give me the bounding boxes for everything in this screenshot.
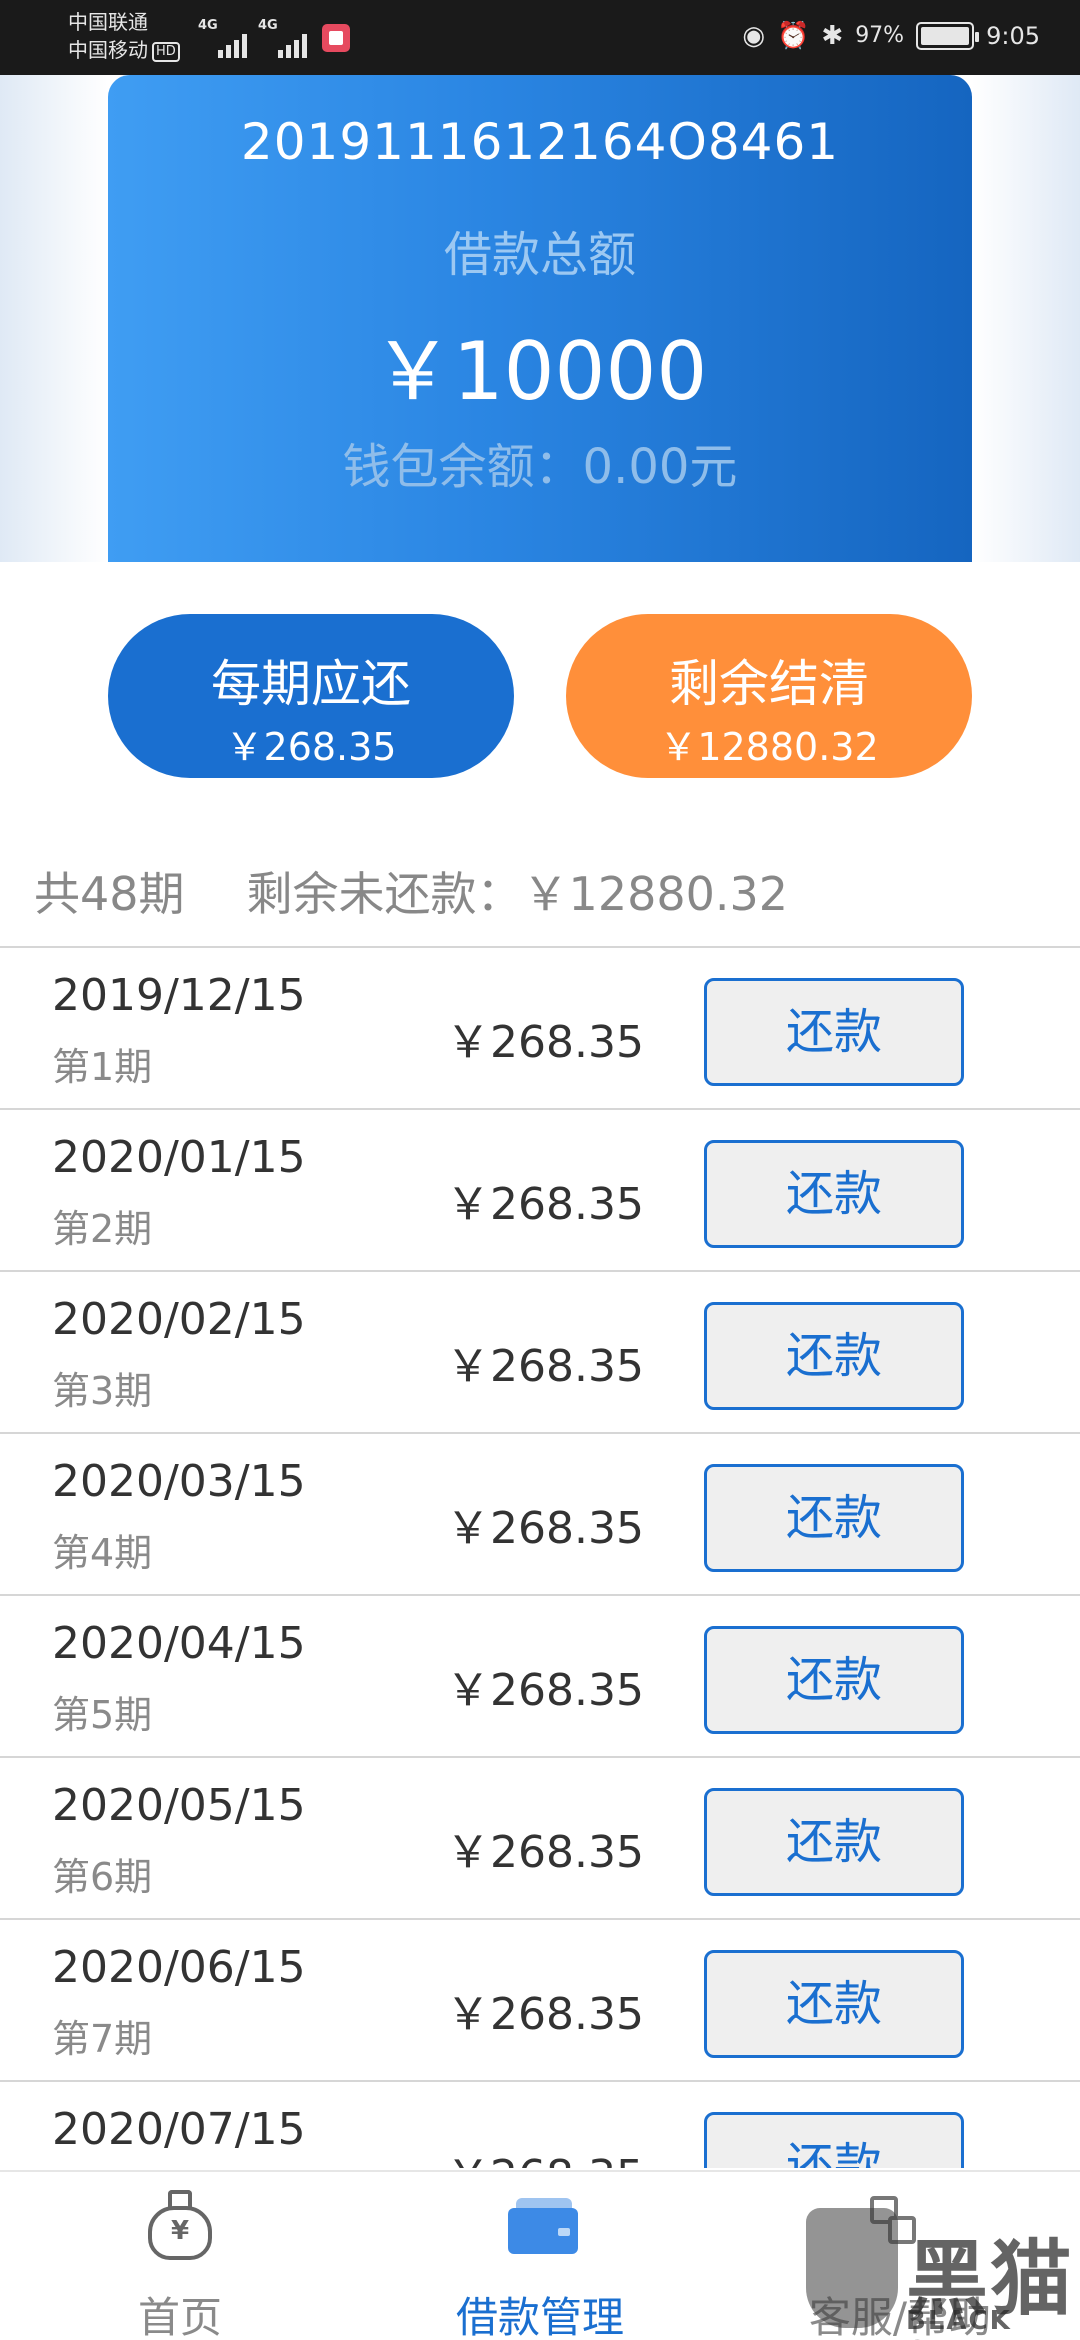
wallet-icon (508, 2198, 578, 2254)
list-item: 2020/04/15 第5期 ￥268.35 还款 (0, 1596, 1080, 1758)
repay-button[interactable]: 还款 (704, 2112, 964, 2168)
carrier-2: 中国移动 (68, 38, 148, 62)
period-label: 第5期 (52, 1693, 153, 1737)
period-amount: ￥268.35 (446, 2140, 644, 2168)
due-date: 2020/01/15 (52, 1132, 306, 1183)
period-amount: ￥268.35 (446, 1989, 644, 2040)
nav-loan-management[interactable]: 借款管理 (360, 2172, 720, 2340)
loan-number: 2019111612164O8461 (240, 113, 840, 171)
list-item: 2020/03/15 第4期 ￥268.35 还款 (0, 1434, 1080, 1596)
battery-percent: 97% (855, 23, 905, 48)
signal-bars-icon (278, 32, 314, 58)
eye-icon: ◉ (742, 21, 766, 51)
list-item: 2020/05/15 第6期 ￥268.35 还款 (0, 1758, 1080, 1920)
bluetooth-icon: ✱ (821, 21, 844, 51)
repay-button[interactable]: 还款 (704, 1302, 964, 1410)
carrier-info: 中国联通 中国移动 HD (68, 8, 180, 64)
loan-card: 2019111612164O8461 借款总额 ￥10000 钱包余额：0.00… (108, 75, 972, 562)
battery-icon (916, 22, 980, 50)
period-amount: ￥268.35 (446, 1179, 644, 1230)
wallet-balance: 钱包余额：0.00元 (342, 439, 738, 495)
repay-button[interactable]: 还款 (704, 1788, 964, 1896)
due-date: 2020/04/15 (52, 1618, 306, 1669)
carrier-1: 中国联通 (68, 10, 148, 34)
list-item: 2020/06/15 第7期 ￥268.35 还款 (0, 1920, 1080, 2082)
period-label: 第1期 (52, 1045, 153, 1089)
list-item: 2020/01/15 第2期 ￥268.35 还款 (0, 1110, 1080, 1272)
loan-total-label: 借款总额 (443, 227, 636, 283)
nav-home-label: 首页 (137, 2293, 222, 2340)
repayment-list[interactable]: 2019/12/15 第1期 ￥268.35 还款 2020/01/15 第2期… (0, 948, 1080, 2168)
loan-header-region: 2019111612164O8461 借款总额 ￥10000 钱包余额：0.00… (0, 75, 1080, 562)
alarm-icon: ⏰ (777, 21, 810, 51)
nav-service-help[interactable]: 客服/帮助 (720, 2172, 1080, 2340)
network-type-2: 4G (258, 18, 278, 33)
period-amount: ￥268.35 (446, 1827, 644, 1878)
due-date: 2020/06/15 (52, 1942, 306, 1993)
clock: 9:05 (986, 22, 1040, 50)
loan-total-amount: ￥10000 (372, 325, 708, 418)
schedule-summary: 共48期 剩余未还款：￥12880.32 (34, 858, 788, 924)
repay-button[interactable]: 还款 (704, 1464, 964, 1572)
period-label: 第3期 (52, 1369, 153, 1413)
system-icons: ◉ ⏰ ✱ 97% 9:05 (742, 18, 1040, 54)
period-label: 第6期 (52, 1855, 153, 1899)
total-periods: 共48期 (34, 867, 185, 921)
period-amount: ￥268.35 (446, 1341, 644, 1392)
period-amount: ￥268.35 (446, 1017, 644, 1068)
app-notification-icon (322, 24, 350, 52)
nav-service-help-label: 客服/帮助 (808, 2293, 992, 2340)
money-bag-icon: ¥ (148, 2190, 212, 2262)
due-date: 2020/07/15 (52, 2104, 306, 2155)
settle-remaining-button[interactable]: 剩余结清 ￥12880.32 (566, 614, 972, 778)
list-item: 2020/02/15 第3期 ￥268.35 还款 (0, 1272, 1080, 1434)
chat-icon (870, 2196, 930, 2256)
per-period-title: 每期应还 (211, 655, 411, 713)
period-label: 第4期 (52, 1531, 153, 1575)
signal-bars-icon (218, 32, 254, 58)
due-date: 2020/03/15 (52, 1456, 306, 1507)
remaining-unpaid: 剩余未还款：￥12880.32 (246, 867, 789, 921)
hd-badge: HD (152, 41, 180, 62)
bottom-nav: ¥ 首页 借款管理 客服/帮助 (0, 2170, 1080, 2340)
repay-button[interactable]: 还款 (704, 1626, 964, 1734)
nav-loan-management-label: 借款管理 (455, 2293, 624, 2340)
period-amount: ￥268.35 (446, 1503, 644, 1554)
repay-button[interactable]: 还款 (704, 978, 964, 1086)
period-label: 第2期 (52, 1207, 153, 1251)
list-item: 2020/07/15 ￥268.35 还款 (0, 2082, 1080, 2168)
period-label: 第7期 (52, 2017, 153, 2061)
repay-button[interactable]: 还款 (704, 1140, 964, 1248)
due-date: 2020/05/15 (52, 1780, 306, 1831)
due-date: 2020/02/15 (52, 1294, 306, 1345)
settle-value: ￥12880.32 (659, 725, 879, 769)
period-amount: ￥268.35 (446, 1665, 644, 1716)
network-type-1: 4G (198, 18, 218, 33)
settle-title: 剩余结清 (669, 655, 869, 713)
per-period-button[interactable]: 每期应还 ￥268.35 (108, 614, 514, 778)
per-period-value: ￥268.35 (225, 725, 397, 769)
due-date: 2019/12/15 (52, 970, 306, 1021)
list-item: 2019/12/15 第1期 ￥268.35 还款 (0, 948, 1080, 1110)
status-bar: 中国联通 中国移动 HD 4G 4G ◉ ⏰ ✱ 97% 9:05 (0, 0, 1080, 75)
nav-home[interactable]: ¥ 首页 (0, 2172, 360, 2340)
repay-button[interactable]: 还款 (704, 1950, 964, 2058)
